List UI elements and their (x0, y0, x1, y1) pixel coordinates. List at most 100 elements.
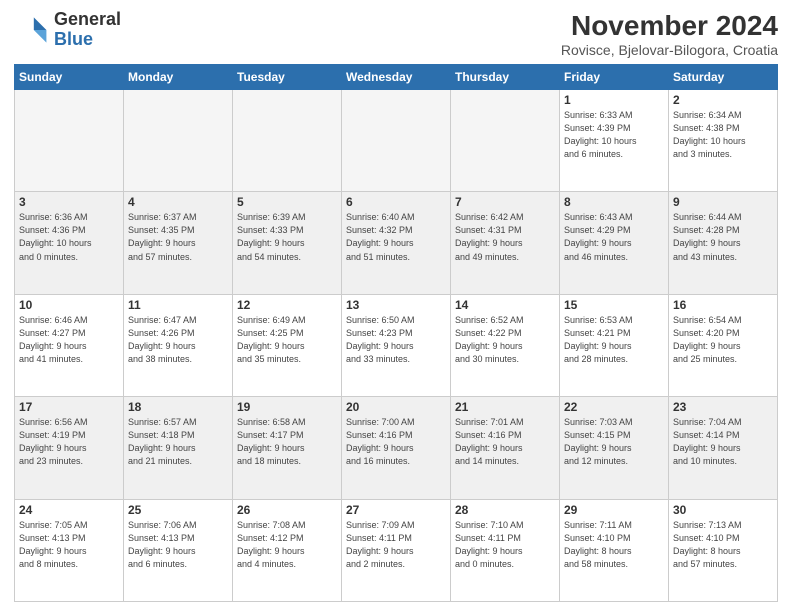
day-info: Sunrise: 6:52 AM Sunset: 4:22 PM Dayligh… (455, 314, 555, 366)
calendar-cell: 1 Sunrise: 6:33 AM Sunset: 4:39 PM Daylig… (560, 90, 669, 192)
calendar-week-2: 3 Sunrise: 6:36 AM Sunset: 4:36 PM Daylig… (15, 192, 778, 294)
day-number: 21 (455, 400, 555, 414)
day-number: 13 (346, 298, 446, 312)
calendar-cell: 25 Sunrise: 7:06 AM Sunset: 4:13 PM Dayli… (124, 499, 233, 601)
calendar-cell (342, 90, 451, 192)
day-number: 30 (673, 503, 773, 517)
calendar-header-row: SundayMondayTuesdayWednesdayThursdayFrid… (15, 65, 778, 90)
day-number: 24 (19, 503, 119, 517)
day-info: Sunrise: 7:00 AM Sunset: 4:16 PM Dayligh… (346, 416, 446, 468)
calendar-cell: 18 Sunrise: 6:57 AM Sunset: 4:18 PM Dayli… (124, 397, 233, 499)
day-number: 28 (455, 503, 555, 517)
day-number: 7 (455, 195, 555, 209)
day-info: Sunrise: 6:54 AM Sunset: 4:20 PM Dayligh… (673, 314, 773, 366)
calendar-cell: 14 Sunrise: 6:52 AM Sunset: 4:22 PM Dayli… (451, 294, 560, 396)
day-number: 18 (128, 400, 228, 414)
col-header-thursday: Thursday (451, 65, 560, 90)
day-info: Sunrise: 6:47 AM Sunset: 4:26 PM Dayligh… (128, 314, 228, 366)
calendar-cell: 2 Sunrise: 6:34 AM Sunset: 4:38 PM Daylig… (669, 90, 778, 192)
day-number: 14 (455, 298, 555, 312)
day-number: 4 (128, 195, 228, 209)
calendar-cell: 27Sunrise: 7:09 AM Sunset: 4:11 PM Dayli… (342, 499, 451, 601)
day-number: 9 (673, 195, 773, 209)
calendar-cell: 15Sunrise: 6:53 AM Sunset: 4:21 PM Dayli… (560, 294, 669, 396)
day-info: Sunrise: 6:33 AM Sunset: 4:39 PM Dayligh… (564, 109, 664, 161)
calendar-week-4: 17 Sunrise: 6:56 AM Sunset: 4:19 PM Dayli… (15, 397, 778, 499)
day-info: Sunrise: 6:40 AM Sunset: 4:32 PM Dayligh… (346, 211, 446, 263)
day-info: Sunrise: 7:04 AM Sunset: 4:14 PM Dayligh… (673, 416, 773, 468)
day-number: 17 (19, 400, 119, 414)
logo-blue: Blue (54, 29, 93, 49)
calendar-cell: 3 Sunrise: 6:36 AM Sunset: 4:36 PM Daylig… (15, 192, 124, 294)
calendar-cell: 16 Sunrise: 6:54 AM Sunset: 4:20 PM Dayli… (669, 294, 778, 396)
calendar-cell: 10Sunrise: 6:46 AM Sunset: 4:27 PM Dayli… (15, 294, 124, 396)
day-number: 2 (673, 93, 773, 107)
day-info: Sunrise: 6:58 AM Sunset: 4:17 PM Dayligh… (237, 416, 337, 468)
calendar-cell: 24 Sunrise: 7:05 AM Sunset: 4:13 PM Dayli… (15, 499, 124, 601)
calendar-cell: 22 Sunrise: 7:03 AM Sunset: 4:15 PM Dayli… (560, 397, 669, 499)
calendar-cell: 23 Sunrise: 7:04 AM Sunset: 4:14 PM Dayli… (669, 397, 778, 499)
day-number: 11 (128, 298, 228, 312)
day-info: Sunrise: 6:42 AM Sunset: 4:31 PM Dayligh… (455, 211, 555, 263)
col-header-tuesday: Tuesday (233, 65, 342, 90)
calendar-cell: 11 Sunrise: 6:47 AM Sunset: 4:26 PM Dayli… (124, 294, 233, 396)
day-info: Sunrise: 7:08 AM Sunset: 4:12 PM Dayligh… (237, 519, 337, 571)
col-header-wednesday: Wednesday (342, 65, 451, 90)
day-info: Sunrise: 6:36 AM Sunset: 4:36 PM Dayligh… (19, 211, 119, 263)
day-info: Sunrise: 6:53 AM Sunset: 4:21 PM Dayligh… (564, 314, 664, 366)
day-info: Sunrise: 6:34 AM Sunset: 4:38 PM Dayligh… (673, 109, 773, 161)
day-info: Sunrise: 6:44 AM Sunset: 4:28 PM Dayligh… (673, 211, 773, 263)
calendar-cell: 28 Sunrise: 7:10 AM Sunset: 4:11 PM Dayli… (451, 499, 560, 601)
day-info: Sunrise: 7:06 AM Sunset: 4:13 PM Dayligh… (128, 519, 228, 571)
calendar-cell: 17 Sunrise: 6:56 AM Sunset: 4:19 PM Dayli… (15, 397, 124, 499)
header: General Blue November 2024 Rovisce, Bjel… (14, 10, 778, 58)
calendar-cell (15, 90, 124, 192)
calendar-cell: 30 Sunrise: 7:13 AM Sunset: 4:10 PM Dayli… (669, 499, 778, 601)
day-info: Sunrise: 7:01 AM Sunset: 4:16 PM Dayligh… (455, 416, 555, 468)
page: General Blue November 2024 Rovisce, Bjel… (0, 0, 792, 612)
logo-icon (14, 12, 50, 48)
day-info: Sunrise: 6:37 AM Sunset: 4:35 PM Dayligh… (128, 211, 228, 263)
calendar-cell: 20 Sunrise: 7:00 AM Sunset: 4:16 PM Dayli… (342, 397, 451, 499)
calendar-cell: 29Sunrise: 7:11 AM Sunset: 4:10 PM Dayli… (560, 499, 669, 601)
day-number: 25 (128, 503, 228, 517)
col-header-sunday: Sunday (15, 65, 124, 90)
col-header-monday: Monday (124, 65, 233, 90)
calendar-cell: 4 Sunrise: 6:37 AM Sunset: 4:35 PM Daylig… (124, 192, 233, 294)
day-info: Sunrise: 6:57 AM Sunset: 4:18 PM Dayligh… (128, 416, 228, 468)
day-info: Sunrise: 6:43 AM Sunset: 4:29 PM Dayligh… (564, 211, 664, 263)
day-number: 10 (19, 298, 119, 312)
calendar-cell (124, 90, 233, 192)
col-header-friday: Friday (560, 65, 669, 90)
calendar-cell: 6 Sunrise: 6:40 AM Sunset: 4:32 PM Daylig… (342, 192, 451, 294)
calendar-cell: 12 Sunrise: 6:49 AM Sunset: 4:25 PM Dayli… (233, 294, 342, 396)
day-number: 27 (346, 503, 446, 517)
calendar-cell: 7 Sunrise: 6:42 AM Sunset: 4:31 PM Daylig… (451, 192, 560, 294)
day-info: Sunrise: 7:05 AM Sunset: 4:13 PM Dayligh… (19, 519, 119, 571)
day-number: 1 (564, 93, 664, 107)
day-info: Sunrise: 7:13 AM Sunset: 4:10 PM Dayligh… (673, 519, 773, 571)
calendar-cell: 19Sunrise: 6:58 AM Sunset: 4:17 PM Dayli… (233, 397, 342, 499)
calendar-week-3: 10Sunrise: 6:46 AM Sunset: 4:27 PM Dayli… (15, 294, 778, 396)
calendar-cell (451, 90, 560, 192)
day-info: Sunrise: 7:03 AM Sunset: 4:15 PM Dayligh… (564, 416, 664, 468)
day-number: 20 (346, 400, 446, 414)
col-header-saturday: Saturday (669, 65, 778, 90)
day-info: Sunrise: 6:49 AM Sunset: 4:25 PM Dayligh… (237, 314, 337, 366)
calendar-table: SundayMondayTuesdayWednesdayThursdayFrid… (14, 64, 778, 602)
calendar-cell: 8Sunrise: 6:43 AM Sunset: 4:29 PM Daylig… (560, 192, 669, 294)
day-number: 26 (237, 503, 337, 517)
day-number: 6 (346, 195, 446, 209)
calendar-week-5: 24 Sunrise: 7:05 AM Sunset: 4:13 PM Dayli… (15, 499, 778, 601)
day-number: 16 (673, 298, 773, 312)
day-info: Sunrise: 6:50 AM Sunset: 4:23 PM Dayligh… (346, 314, 446, 366)
day-number: 12 (237, 298, 337, 312)
day-number: 3 (19, 195, 119, 209)
day-number: 23 (673, 400, 773, 414)
day-info: Sunrise: 6:56 AM Sunset: 4:19 PM Dayligh… (19, 416, 119, 468)
day-number: 22 (564, 400, 664, 414)
calendar-week-1: 1 Sunrise: 6:33 AM Sunset: 4:39 PM Daylig… (15, 90, 778, 192)
day-info: Sunrise: 7:10 AM Sunset: 4:11 PM Dayligh… (455, 519, 555, 571)
logo-general: General (54, 9, 121, 29)
calendar-cell: 26 Sunrise: 7:08 AM Sunset: 4:12 PM Dayli… (233, 499, 342, 601)
